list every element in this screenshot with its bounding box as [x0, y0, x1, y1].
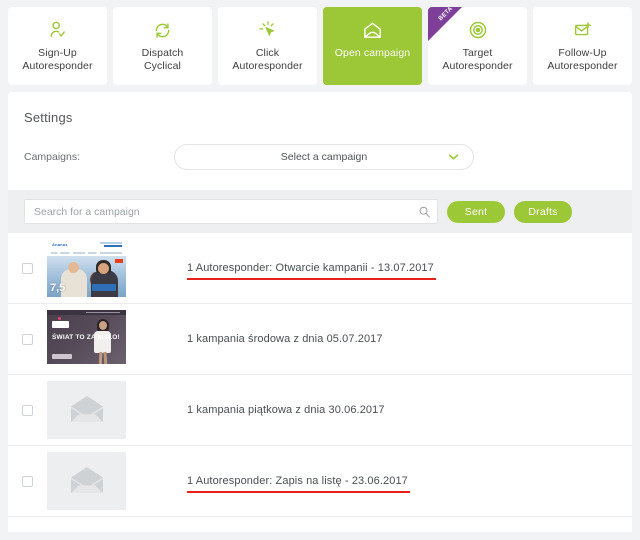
- thumb-score-label: 7,5: [50, 282, 66, 294]
- settings-header: Settings: [8, 92, 632, 125]
- campaign-select-row: Campaigns: Select a campaign: [8, 125, 632, 190]
- campaign-thumbnail[interactable]: ŚWIAT TO ZA MAŁO!: [47, 310, 126, 368]
- search-input[interactable]: [24, 199, 438, 224]
- row-checkbox[interactable]: [22, 475, 33, 487]
- campaign-list: 7,5 Ananas 1 Autoresponder: Otwarcie kam…: [8, 233, 632, 517]
- thumbnail-header: Ananas: [47, 239, 126, 256]
- tab-label: Target Autoresponder: [442, 47, 513, 72]
- campaign-title[interactable]: 1 kampania środowa z dnia 05.07.2017: [187, 333, 383, 345]
- thumb-figure: [88, 318, 118, 368]
- thumb-logo-block: [52, 321, 69, 328]
- tab-open-campaign[interactable]: Open campaign: [323, 7, 422, 85]
- refresh-cycle-icon: [152, 18, 173, 42]
- sent-filter-button[interactable]: Sent: [447, 200, 505, 223]
- row-checkbox[interactable]: [22, 333, 33, 345]
- beta-ribbon: [428, 7, 462, 41]
- campaign-title[interactable]: 1 Autoresponder: Zapis na listę - 23.06.…: [187, 475, 410, 493]
- table-row[interactable]: 7,5 Ananas 1 Autoresponder: Otwarcie kam…: [8, 233, 632, 304]
- thumb-figure-head: [99, 321, 107, 330]
- campaign-title[interactable]: 1 kampania piątkowa z dnia 30.06.2017: [187, 404, 385, 416]
- open-envelope-icon: [361, 18, 384, 42]
- tab-follow-up-autoresponder[interactable]: Follow-Up Autoresponder: [533, 7, 632, 85]
- row-checkbox[interactable]: [22, 404, 33, 416]
- chevron-down-icon: [448, 154, 459, 161]
- thumbnail-photo: ŚWIAT TO ZA MAŁO!: [47, 310, 126, 368]
- campaign-thumbnail[interactable]: [47, 381, 126, 439]
- envelope-plus-icon: [572, 18, 594, 42]
- thumb-headline: ŚWIAT TO ZA MAŁO!: [52, 334, 120, 341]
- thumb-dot: [58, 317, 61, 320]
- tab-label: Click Autoresponder: [232, 47, 303, 72]
- click-cursor-icon: [257, 18, 279, 42]
- active-tab-pointer: [364, 84, 381, 85]
- thumb-footer: [47, 364, 126, 368]
- search-icon[interactable]: [418, 205, 431, 218]
- search-field-wrapper: [24, 199, 438, 224]
- thumb-cta-block: [52, 354, 72, 359]
- campaign-filter-bar: Sent Drafts: [8, 190, 632, 233]
- envelope-placeholder-icon: [70, 395, 104, 426]
- campaign-thumbnail[interactable]: 7,5 Ananas: [47, 239, 126, 297]
- tab-label: Follow-Up Autoresponder: [547, 47, 618, 72]
- tab-label: Sign-Up Autoresponder: [22, 47, 93, 72]
- thumb-header-line: [104, 245, 122, 247]
- campaign-select[interactable]: Select a campaign: [174, 144, 474, 170]
- campaign-thumbnail[interactable]: [47, 452, 126, 510]
- campaigns-label: Campaigns:: [24, 151, 81, 163]
- drafts-filter-button[interactable]: Drafts: [514, 200, 572, 223]
- row-checkbox[interactable]: [22, 262, 33, 274]
- campaign-select-value: Select a campaign: [280, 151, 368, 163]
- table-row[interactable]: 1 Autoresponder: Zapis na listę - 23.06.…: [8, 446, 632, 517]
- thumb-badge: [115, 259, 123, 263]
- autoresponder-tab-strip: Sign-Up Autoresponder Dispatch Cyclical …: [0, 0, 640, 92]
- person-check-icon: [47, 18, 69, 42]
- campaign-title[interactable]: 1 Autoresponder: Otwarcie kampanii - 13.…: [187, 262, 436, 280]
- thumb-nav-line: [51, 252, 122, 254]
- page-title: Settings: [24, 110, 73, 125]
- tab-target-autoresponder[interactable]: BETA Target Autoresponder: [428, 7, 527, 85]
- thumb-header-line: [100, 242, 122, 244]
- thumb-topbar: [47, 310, 126, 315]
- thumb-figure-head: [68, 262, 79, 273]
- target-icon: [467, 18, 489, 42]
- tab-label: Open campaign: [334, 47, 411, 59]
- settings-card: Settings Campaigns: Select a campaign Se…: [8, 92, 632, 532]
- thumb-logo-label: Ananas: [52, 242, 68, 247]
- thumb-figure-head: [98, 263, 109, 274]
- thumb-cta-block: [92, 284, 116, 291]
- tab-click-autoresponder[interactable]: Click Autoresponder: [218, 7, 317, 85]
- tab-label: Dispatch Cyclical: [141, 47, 184, 72]
- table-row[interactable]: 1 kampania piątkowa z dnia 30.06.2017: [8, 375, 632, 446]
- tab-dispatch-cyclical[interactable]: Dispatch Cyclical: [113, 7, 212, 85]
- table-row[interactable]: ŚWIAT TO ZA MAŁO! 1 kampania środowa z d…: [8, 304, 632, 375]
- envelope-placeholder-icon: [70, 466, 104, 497]
- tab-sign-up-autoresponder[interactable]: Sign-Up Autoresponder: [8, 7, 107, 85]
